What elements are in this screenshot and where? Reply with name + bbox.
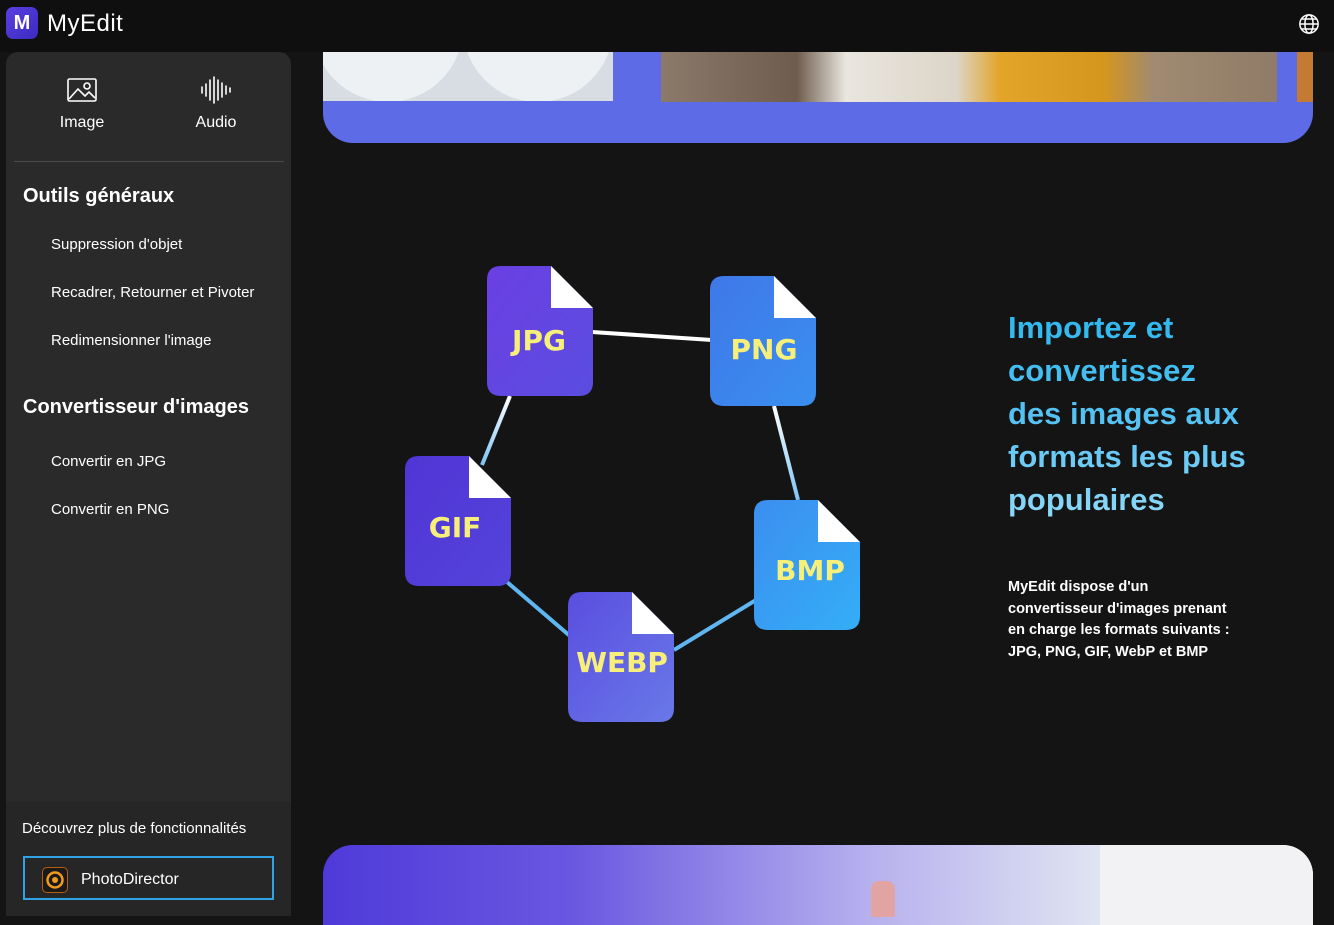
file-icon-png: PNG <box>710 276 816 406</box>
file-label-gif: GIF <box>429 511 482 544</box>
file-label-png: PNG <box>731 333 798 366</box>
file-icon-jpg: JPG <box>487 266 593 396</box>
connector-webp-gif <box>505 580 572 638</box>
connector-jpg-png <box>591 330 713 342</box>
file-icon-bmp: BMP <box>754 500 860 630</box>
connector-png-bmp <box>772 405 800 501</box>
section-headline: Importez et convertissez des images aux … <box>1008 306 1248 521</box>
connector-gif-jpg <box>480 395 512 466</box>
connector-bmp-webp <box>672 598 758 652</box>
file-icon-gif: GIF <box>405 456 511 586</box>
banner-photo-figure <box>871 881 895 917</box>
section-description: MyEdit dispose d'un convertisseur d'imag… <box>1008 579 1230 660</box>
file-icon-webp: WEBP <box>568 592 674 722</box>
banner-photo-sky <box>1100 845 1313 925</box>
file-label-bmp: BMP <box>775 554 845 587</box>
file-label-jpg: JPG <box>510 324 566 357</box>
file-label-webp: WEBP <box>576 646 668 679</box>
bottom-banner <box>323 845 1313 925</box>
